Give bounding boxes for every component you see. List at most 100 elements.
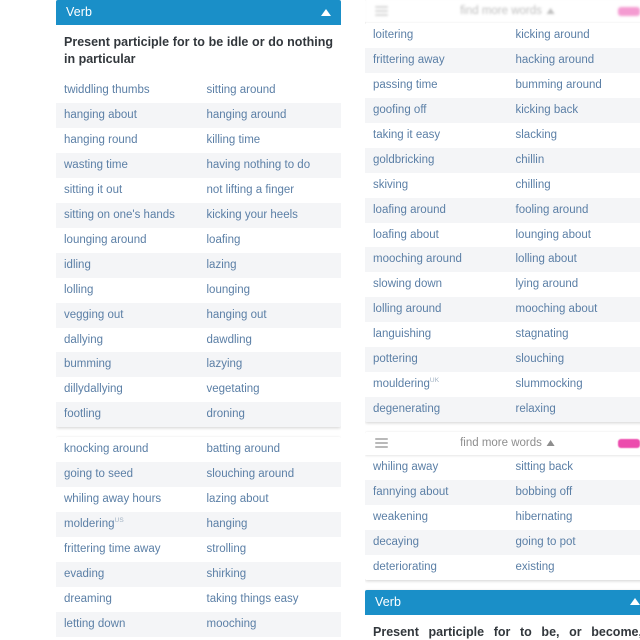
synonym-cell[interactable]: sitting it out [56, 177, 199, 203]
synonym-cell[interactable]: skiving [365, 172, 508, 198]
pink-chip-icon[interactable] [618, 438, 640, 448]
synonym-cell[interactable]: bobbing off [507, 479, 640, 505]
synonym-cell[interactable]: hibernating [507, 504, 640, 530]
hamburger-icon[interactable] [375, 436, 388, 450]
synonym-cell[interactable]: taking things easy [198, 586, 341, 612]
hamburger-icon[interactable] [375, 4, 388, 18]
synonym-cell[interactable]: slouching around [198, 462, 341, 488]
synonym-cell[interactable]: loitering [365, 23, 508, 48]
synonym-cell[interactable]: bumming [56, 352, 199, 378]
synonym-cell[interactable]: hanging round [56, 128, 199, 153]
synonym-cell[interactable]: chillin [507, 147, 640, 173]
synonym-cell[interactable]: droning [198, 402, 341, 428]
synonym-cell[interactable]: lounging about [507, 222, 640, 248]
synonym-cell[interactable]: evading [56, 561, 199, 587]
synonym-cell[interactable]: slouching [507, 347, 640, 373]
synonym-cell[interactable]: frittering away [365, 47, 508, 73]
pos-header-verb-inactive[interactable]: Verb [365, 589, 640, 616]
synonym-cell[interactable]: kicking around [507, 23, 640, 48]
synonym-cell[interactable]: stagnating [507, 322, 640, 348]
synonym-cell[interactable]: frittering time away [56, 537, 199, 562]
synonym-cell[interactable]: passing time [365, 72, 508, 98]
synonym-cell[interactable]: mooching [198, 611, 341, 637]
synonym-cell[interactable]: lolling about [507, 247, 640, 273]
pos-header-verb-idle[interactable]: Verb [56, 0, 341, 26]
synonym-cell[interactable]: batting around [198, 437, 341, 463]
synonym-cell[interactable]: not lifting a finger [198, 177, 341, 203]
synonym-cell[interactable]: dallying [56, 327, 199, 353]
synonym-cell[interactable]: knocking around [56, 437, 199, 463]
synonym-cell[interactable]: sitting around [198, 78, 341, 104]
synonym-cell[interactable]: fannying about [365, 479, 508, 505]
synonym-cell[interactable]: hanging [198, 512, 341, 537]
synonym-cell[interactable]: chilling [507, 172, 640, 198]
synonym-cell[interactable]: idling [56, 252, 199, 278]
synonym-cell[interactable]: slummocking [507, 372, 640, 398]
synonym-cell[interactable]: whiling away hours [56, 487, 199, 513]
synonym-cell[interactable]: shirking [198, 561, 341, 587]
synonym-cell[interactable]: strolling [198, 537, 341, 562]
synonym-cell[interactable]: sitting back [507, 455, 640, 480]
synonym-cell[interactable]: taking it easy [365, 122, 508, 148]
synonym-cell[interactable]: languishing [365, 322, 508, 348]
synonym-cell[interactable]: hanging around [198, 103, 341, 128]
synonym-cell[interactable]: mooching about [507, 297, 640, 323]
synonym-cell[interactable]: fooling around [507, 197, 640, 223]
synonym-cell[interactable]: killing time [198, 128, 341, 153]
synonym-cell[interactable]: dreaming [56, 586, 199, 612]
synonym-cell[interactable]: vegging out [56, 302, 199, 328]
synonym-cell[interactable]: lounging [198, 277, 341, 303]
find-more-words-bar[interactable]: find more words whiling away sitting back… [365, 432, 640, 580]
synonym-cell[interactable]: letting down [56, 611, 199, 637]
caret-up-icon[interactable] [546, 8, 555, 14]
synonym-cell[interactable]: molderingUS [56, 512, 199, 537]
synonym-cell[interactable]: twiddling thumbs [56, 78, 199, 104]
find-more-words-bar-top-clipped[interactable]: find more words [365, 0, 640, 23]
caret-up-icon[interactable] [630, 598, 640, 606]
synonym-cell[interactable]: kicking back [507, 97, 640, 123]
synonym-cell[interactable]: goofing off [365, 97, 508, 123]
synonym-cell[interactable]: whiling away [365, 455, 508, 480]
synonym-cell[interactable]: bumming around [507, 72, 640, 98]
synonym-cell[interactable]: hanging out [198, 302, 341, 328]
synonym-cell[interactable]: dillydallying [56, 377, 199, 403]
synonym-cell[interactable]: slowing down [365, 272, 508, 298]
synonym-row: lolling around mooching about [365, 297, 640, 323]
synonym-cell[interactable]: lolling [56, 277, 199, 303]
synonym-cell[interactable]: going to pot [507, 529, 640, 555]
synonym-cell[interactable]: relaxing [507, 397, 640, 422]
synonym-cell[interactable]: sitting on one's hands [56, 202, 199, 228]
caret-up-icon[interactable] [321, 8, 331, 16]
synonym-cell[interactable]: lazing about [198, 487, 341, 513]
synonym-cell[interactable]: having nothing to do [198, 152, 341, 178]
synonym-cell[interactable]: degenerating [365, 397, 508, 422]
synonym-cell[interactable]: lolling around [365, 297, 508, 323]
synonym-cell[interactable]: existing [507, 554, 640, 580]
synonym-cell[interactable]: loafing [198, 227, 341, 253]
caret-up-icon[interactable] [546, 440, 555, 446]
synonym-cell[interactable]: vegetating [198, 377, 341, 403]
synonym-cell[interactable]: dawdling [198, 327, 341, 353]
synonym-cell[interactable]: lazing [198, 252, 341, 278]
synonym-cell[interactable]: hacking around [507, 47, 640, 73]
synonym-cell[interactable]: wasting time [56, 152, 199, 178]
synonym-cell[interactable]: hanging about [56, 103, 199, 128]
synonym-cell[interactable]: lounging around [56, 227, 199, 253]
synonym-cell[interactable]: slacking [507, 122, 640, 148]
pink-chip-icon[interactable] [618, 6, 640, 16]
synonym-cell[interactable]: moulderingUK [365, 372, 508, 398]
synonym-cell[interactable]: lazying [198, 352, 341, 378]
synonym-cell[interactable]: pottering [365, 347, 508, 373]
synonym-cell[interactable]: lying around [507, 272, 640, 298]
synonym-cell[interactable]: loafing about [365, 222, 508, 248]
synonym-cell[interactable]: kicking your heels [198, 202, 341, 228]
synonym-cell[interactable]: loafing around [365, 197, 508, 223]
synonym-cell[interactable]: mooching around [365, 247, 508, 273]
synonym-cell[interactable]: decaying [365, 529, 508, 555]
synonym-cell[interactable]: goldbricking [365, 147, 508, 173]
synonym-row: loitering kicking around [365, 23, 640, 48]
synonym-cell[interactable]: going to seed [56, 462, 199, 488]
synonym-cell[interactable]: weakening [365, 504, 508, 530]
synonym-cell[interactable]: deteriorating [365, 554, 508, 580]
synonym-cell[interactable]: footling [56, 402, 199, 428]
